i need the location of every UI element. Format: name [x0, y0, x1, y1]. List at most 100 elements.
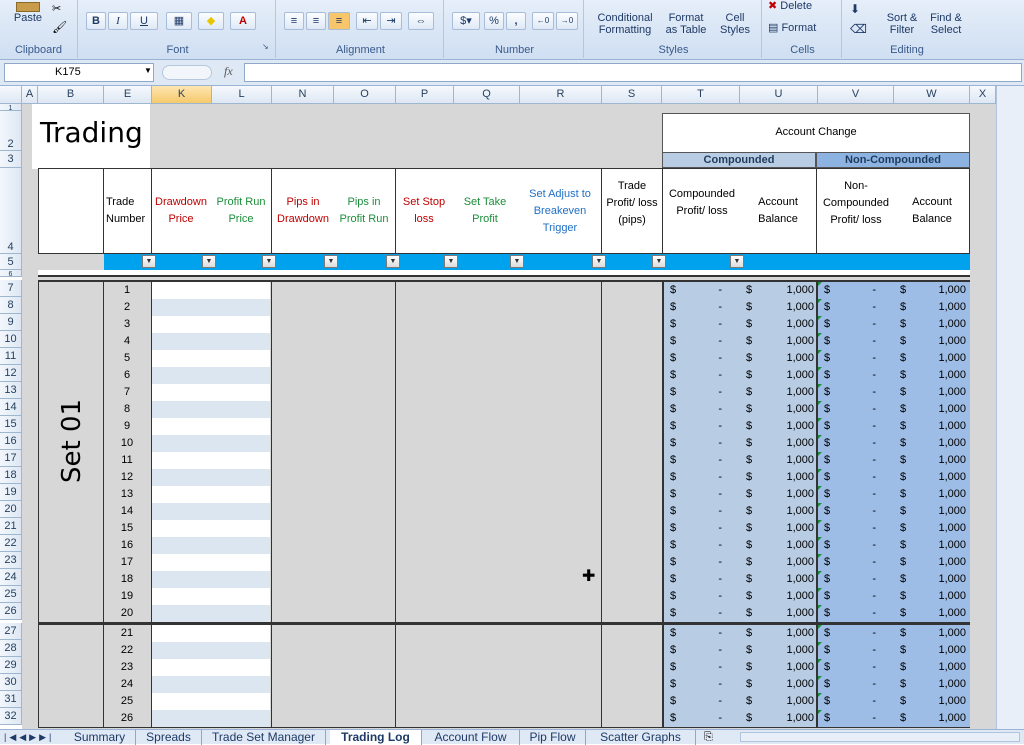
row-header[interactable]: 30: [0, 674, 22, 691]
trade-number-cell[interactable]: 11: [104, 452, 150, 469]
column-header-t[interactable]: T: [662, 86, 740, 104]
insert-function-button[interactable]: fx: [224, 64, 233, 79]
price-input-cell[interactable]: [152, 367, 270, 384]
tab-navigation-icon[interactable]: |◀◀▶▶|: [4, 730, 60, 744]
row-header[interactable]: 8: [0, 297, 22, 314]
bold-button[interactable]: B: [86, 12, 106, 30]
filter-dropdown-icon[interactable]: ▼: [730, 255, 744, 268]
worksheet-grid[interactable]: Trading Account Change Compounded Non-Co…: [22, 104, 996, 729]
trade-number-cell[interactable]: 17: [104, 554, 150, 571]
trade-number-cell[interactable]: 13: [104, 486, 150, 503]
filter-dropdown-icon[interactable]: ▼: [324, 255, 338, 268]
percent-button[interactable]: %: [484, 12, 504, 30]
row-header[interactable]: 23: [0, 552, 22, 569]
column-header-n[interactable]: N: [272, 86, 334, 104]
trade-number-cell[interactable]: 5: [104, 350, 150, 367]
price-input-cell[interactable]: [152, 554, 270, 571]
row-header[interactable]: 19: [0, 484, 22, 501]
price-input-cell[interactable]: [152, 537, 270, 554]
cell-styles-button[interactable]: Cell Styles: [712, 12, 758, 36]
filter-dropdown-icon[interactable]: ▼: [386, 255, 400, 268]
merge-center-button[interactable]: ⇔: [408, 12, 434, 30]
price-input-cell[interactable]: [152, 486, 270, 503]
trade-number-cell[interactable]: 25: [104, 693, 150, 710]
row-header[interactable]: 27: [0, 623, 22, 640]
decrease-indent-button[interactable]: ⇤: [356, 12, 378, 30]
column-header-r[interactable]: R: [520, 86, 602, 104]
price-input-cell[interactable]: [152, 571, 270, 588]
row-header[interactable]: 15: [0, 416, 22, 433]
price-input-cell[interactable]: [152, 435, 270, 452]
row-header[interactable]: 2: [0, 111, 22, 151]
row-header[interactable]: 5: [0, 254, 22, 270]
trade-number-cell[interactable]: 3: [104, 316, 150, 333]
trade-number-cell[interactable]: 16: [104, 537, 150, 554]
row-header[interactable]: 11: [0, 348, 22, 365]
row-header[interactable]: 26: [0, 603, 22, 620]
price-input-cell[interactable]: [152, 282, 270, 299]
tab-scatter-graphs[interactable]: Scatter Graphs: [586, 730, 696, 745]
row-header[interactable]: 10: [0, 331, 22, 348]
tab-summary[interactable]: Summary: [64, 730, 136, 745]
vertical-scrollbar[interactable]: [996, 86, 1024, 729]
formula-input[interactable]: [244, 63, 1022, 82]
row-header[interactable]: 13: [0, 382, 22, 399]
trade-number-cell[interactable]: 23: [104, 659, 150, 676]
trade-number-cell[interactable]: 7: [104, 384, 150, 401]
italic-button[interactable]: I: [108, 12, 128, 30]
column-header-u[interactable]: U: [740, 86, 818, 104]
price-input-cell[interactable]: [152, 384, 270, 401]
trade-number-cell[interactable]: 10: [104, 435, 150, 452]
row-header[interactable]: 7: [0, 280, 22, 297]
format-painter-icon[interactable]: 🖌: [52, 20, 68, 34]
filter-dropdown-icon[interactable]: ▼: [592, 255, 606, 268]
filter-dropdown-icon[interactable]: ▼: [262, 255, 276, 268]
filter-dropdown-icon[interactable]: ▼: [142, 255, 156, 268]
row-header[interactable]: 28: [0, 640, 22, 657]
trade-number-cell[interactable]: 14: [104, 503, 150, 520]
font-color-button[interactable]: A: [230, 12, 256, 30]
column-header-l[interactable]: L: [212, 86, 272, 104]
row-header[interactable]: 22: [0, 535, 22, 552]
row-header[interactable]: 4: [0, 168, 22, 254]
price-input-cell[interactable]: [152, 676, 270, 693]
tab-pip-flow[interactable]: Pip Flow: [520, 730, 586, 745]
paste-button[interactable]: Paste: [8, 2, 48, 32]
trade-number-cell[interactable]: 21: [104, 625, 150, 642]
row-header[interactable]: 12: [0, 365, 22, 382]
row-header[interactable]: 21: [0, 518, 22, 535]
format-as-table-button[interactable]: Format as Table: [660, 12, 712, 36]
filter-dropdown-icon[interactable]: ▼: [202, 255, 216, 268]
column-header-e[interactable]: E: [104, 86, 152, 104]
align-left-button[interactable]: ≡: [284, 12, 304, 30]
trade-number-cell[interactable]: 4: [104, 333, 150, 350]
trade-number-cell[interactable]: 26: [104, 710, 150, 727]
decrease-decimal-button[interactable]: →0: [556, 12, 578, 30]
cut-icon[interactable]: ✂: [52, 2, 66, 15]
delete-button[interactable]: ✖ Delete: [768, 0, 838, 12]
column-header-w[interactable]: W: [894, 86, 970, 104]
accounting-format-button[interactable]: $▾: [452, 12, 480, 30]
select-all-button[interactable]: [0, 86, 22, 104]
insert-sheet-icon[interactable]: ⎘: [704, 730, 724, 744]
price-input-cell[interactable]: [152, 469, 270, 486]
align-center-button[interactable]: ≡: [306, 12, 326, 30]
increase-decimal-button[interactable]: ←0: [532, 12, 554, 30]
price-input-cell[interactable]: [152, 693, 270, 710]
price-input-cell[interactable]: [152, 625, 270, 642]
trade-number-cell[interactable]: 22: [104, 642, 150, 659]
trade-number-cell[interactable]: 9: [104, 418, 150, 435]
price-input-cell[interactable]: [152, 452, 270, 469]
row-header[interactable]: 17: [0, 450, 22, 467]
trade-number-cell[interactable]: 24: [104, 676, 150, 693]
column-header-q[interactable]: Q: [454, 86, 520, 104]
filter-dropdown-icon[interactable]: ▼: [444, 255, 458, 268]
tab-account-flow[interactable]: Account Flow: [422, 730, 520, 745]
name-box-dropdown-icon[interactable]: ▼: [144, 66, 152, 75]
comma-button[interactable]: ,: [506, 12, 526, 30]
fill-icon[interactable]: ⬇: [850, 2, 870, 16]
price-input-cell[interactable]: [152, 605, 270, 622]
row-header[interactable]: 29: [0, 657, 22, 674]
name-box[interactable]: K175: [4, 63, 154, 82]
price-input-cell[interactable]: [152, 299, 270, 316]
